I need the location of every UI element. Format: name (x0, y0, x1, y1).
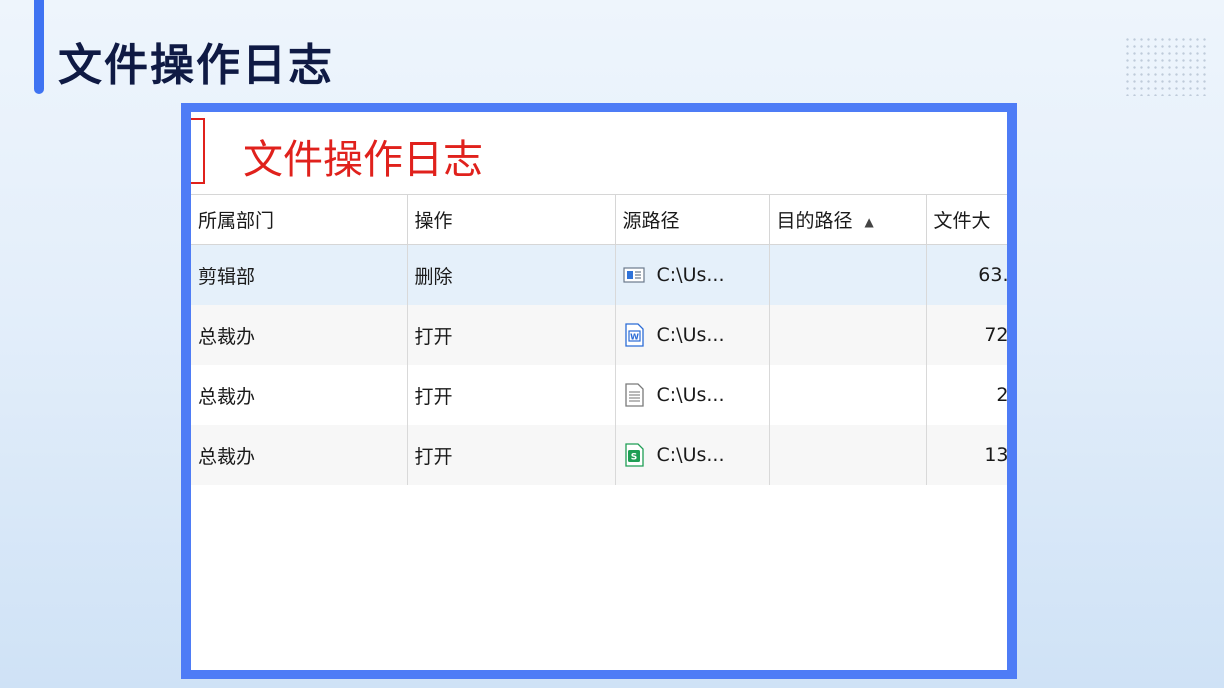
file-log-table: 所属部门 操作 源路径 目的路径 ▲ 文件大 剪辑部 删除 C:\Us... 6… (191, 194, 1007, 485)
cell-department: 总裁办 (191, 305, 408, 365)
slide-title: 文件操作日志 (58, 40, 334, 91)
panel-header: 文件操作日志 (191, 112, 1007, 194)
cell-department: 总裁办 (191, 365, 408, 425)
cell-source-path: C:\Us... (615, 244, 770, 305)
table-row[interactable]: 总裁办 打开 S C:\Us... 13 (191, 425, 1007, 485)
cell-operation: 删除 (407, 244, 616, 305)
word-document-icon: W (624, 323, 644, 347)
column-header-dest-path[interactable]: 目的路径 ▲ (769, 194, 927, 245)
column-header-source-path[interactable]: 源路径 (615, 194, 770, 245)
cell-department: 总裁办 (191, 425, 408, 485)
column-header-file-size[interactable]: 文件大 (926, 194, 1007, 245)
table-header-row: 所属部门 操作 源路径 目的路径 ▲ 文件大 (191, 194, 1007, 245)
cell-dest-path (769, 425, 927, 485)
cell-file-size: 63. (926, 244, 1007, 305)
cell-file-size: 72 (926, 305, 1007, 365)
table-row[interactable]: 总裁办 打开 C:\Us... (191, 365, 1007, 425)
cell-file-size: 2 (926, 365, 1007, 425)
file-log-window: 文件操作日志 所属部门 操作 源路径 目的路径 ▲ 文件大 剪辑部 删除 C:\… (191, 112, 1007, 670)
cell-operation: 打开 (407, 365, 616, 425)
cell-source-path: C:\Us... (615, 365, 770, 425)
cell-dest-path (769, 365, 927, 425)
cell-dest-path (769, 244, 927, 305)
column-header-operation[interactable]: 操作 (407, 194, 616, 245)
panel-bracket-decoration (191, 118, 205, 184)
column-header-department[interactable]: 所属部门 (191, 194, 408, 245)
cell-operation: 打开 (407, 305, 616, 365)
svg-text:W: W (630, 333, 639, 342)
decorative-dot-grid (1124, 36, 1210, 96)
table-row[interactable]: 剪辑部 删除 C:\Us... 63. (191, 244, 1007, 305)
cell-operation: 打开 (407, 425, 616, 485)
table-empty-area (191, 486, 1007, 670)
cell-source-path: W C:\Us... (615, 305, 770, 365)
cell-file-size: 13 (926, 425, 1007, 485)
cell-source-path: S C:\Us... (615, 425, 770, 485)
cell-department: 剪辑部 (191, 244, 408, 305)
generic-window-file-icon (622, 267, 645, 283)
table-row[interactable]: 总裁办 打开 W C:\Us... 72 (191, 305, 1007, 365)
cell-dest-path (769, 305, 927, 365)
panel-title: 文件操作日志 (243, 137, 483, 183)
sort-ascending-icon: ▲ (864, 214, 874, 229)
text-document-icon (624, 383, 644, 407)
screenshot-frame: 文件操作日志 所属部门 操作 源路径 目的路径 ▲ 文件大 剪辑部 删除 C:\… (181, 103, 1017, 679)
svg-text:S: S (630, 453, 636, 463)
spreadsheet-document-icon: S (624, 443, 644, 467)
title-accent-bar (34, 0, 44, 94)
